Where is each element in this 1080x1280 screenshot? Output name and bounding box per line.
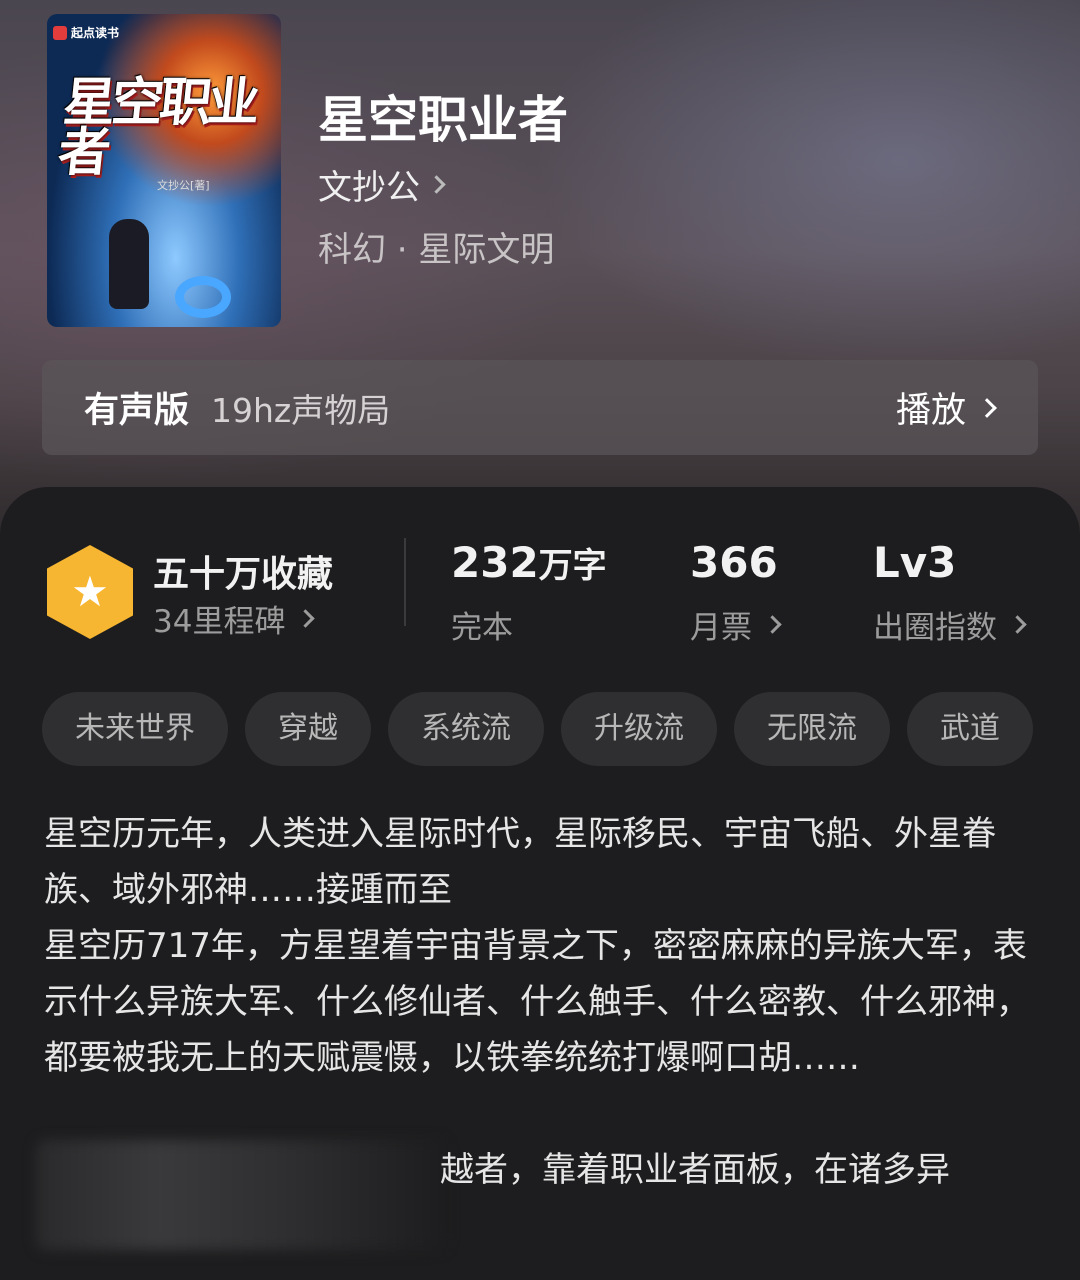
play-label: 播放 — [895, 391, 966, 431]
monthly-votes-link[interactable]: 月票 — [690, 602, 782, 647]
collection-count: 五十万收藏 — [153, 554, 334, 595]
chevron-right-icon — [1008, 615, 1027, 634]
tag-chip[interactable]: 未来世界 — [42, 692, 228, 766]
word-count: 232万字 — [451, 538, 607, 587]
monthly-votes-label: 月票 — [690, 610, 752, 646]
astronaut-illustration — [109, 219, 149, 309]
word-count-number: 232 — [451, 538, 539, 587]
tag-chip[interactable]: 无限流 — [734, 692, 890, 766]
chevron-right-icon — [427, 175, 446, 194]
book-genre: 科幻 · 星际文明 — [318, 230, 555, 270]
word-count-unit: 万字 — [538, 546, 607, 586]
cover-title: 星空职业者 — [55, 73, 259, 183]
author-name: 文抄公 — [318, 168, 420, 208]
author-link[interactable]: 文抄公 — [318, 160, 446, 209]
chevron-right-icon — [977, 397, 997, 418]
book-cover[interactable]: 起点读书 星空职业者 文抄公[著] — [47, 14, 281, 327]
description-paragraph-partial: 越者，靠着职业者面板，在诸多异 — [440, 1150, 950, 1190]
space-ring-illustration — [175, 276, 231, 318]
qidian-logo-icon — [53, 25, 67, 40]
play-button[interactable]: 播放 — [895, 382, 997, 433]
book-title: 星空职业者 — [318, 91, 568, 149]
description-paragraph: 星空历717年，方星望着宇宙背景之下，密密麻麻的异族大军，表示什么异族大军、什么… — [44, 926, 1030, 1078]
tag-chip[interactable]: 系统流 — [388, 692, 544, 766]
tag-list: 未来世界 穿越 系统流 升级流 无限流 武道 — [42, 692, 1080, 766]
audiobook-narrator: 19hz声物局 — [211, 390, 391, 430]
chevron-right-icon — [296, 609, 316, 628]
cover-author: 文抄公[著] — [157, 179, 210, 192]
completion-status: 完本 — [451, 602, 513, 647]
description-paragraph: 星空历元年，人类进入星际时代，星际移民、宇宙飞船、外星眷族、域外邪神……接踵而至 — [44, 814, 996, 910]
monthly-votes-count: 366 — [690, 538, 778, 587]
book-description[interactable]: 星空历元年，人类进入星际时代，星际移民、宇宙飞船、外星眷族、域外邪神……接踵而至… — [44, 806, 1040, 1086]
chevron-right-icon — [763, 615, 782, 634]
influence-index-link[interactable]: 出圈指数 — [873, 602, 1027, 647]
milestone-link[interactable]: 34里程碑 — [153, 596, 316, 641]
audiobook-bar[interactable]: 有声版 19hz声物局 播放 — [42, 360, 1038, 455]
publisher-name: 起点读书 — [71, 26, 120, 40]
tag-chip[interactable]: 武道 — [907, 692, 1033, 766]
blurred-text-region — [36, 1140, 446, 1250]
tag-chip[interactable]: 穿越 — [245, 692, 371, 766]
influence-index-label: 出圈指数 — [873, 610, 997, 646]
influence-level: Lv3 — [873, 538, 957, 587]
publisher-badge: 起点读书 — [53, 24, 119, 41]
star-icon: ★ — [71, 567, 109, 616]
audiobook-label: 有声版 — [84, 391, 190, 431]
stats-divider — [404, 538, 406, 626]
completion-status-label: 完本 — [451, 610, 513, 646]
milestone-count: 34里程碑 — [153, 604, 286, 640]
tag-chip[interactable]: 升级流 — [561, 692, 717, 766]
